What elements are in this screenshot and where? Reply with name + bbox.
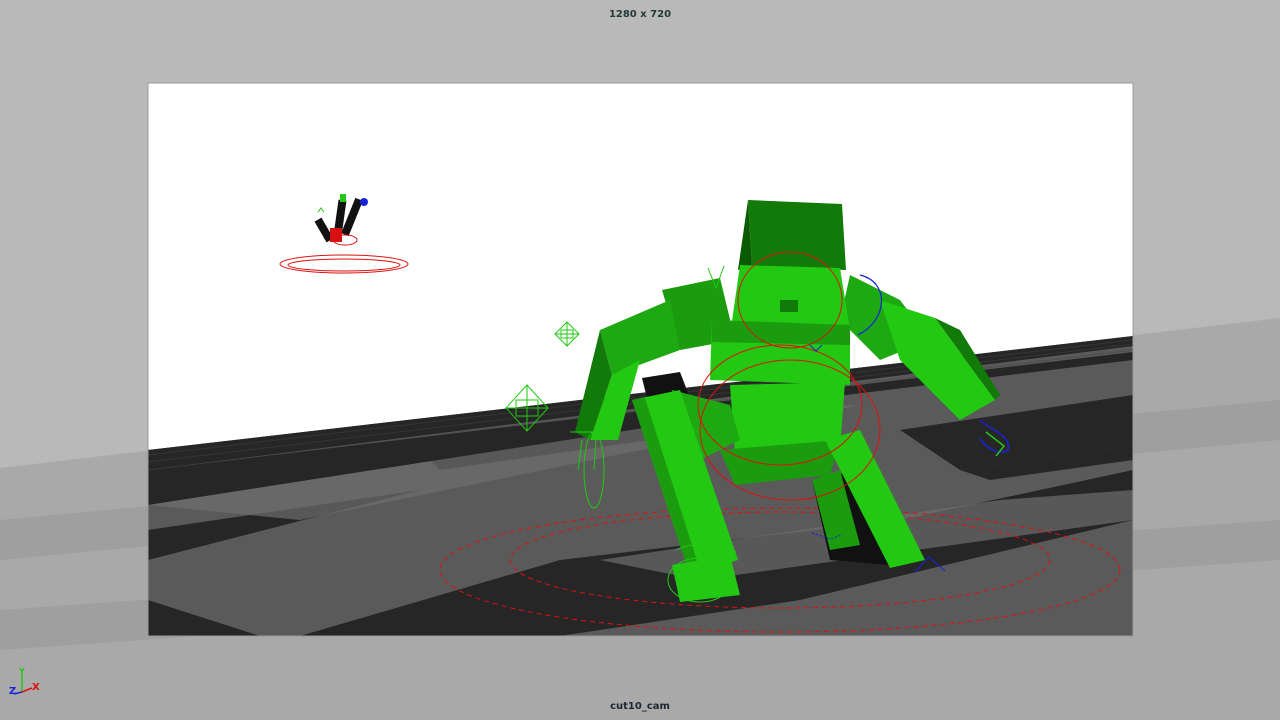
scene-canvas[interactable] (0, 0, 1280, 720)
camera-name-label: cut10_cam (610, 701, 670, 712)
axis-x-label: X (32, 682, 40, 693)
maya-viewport[interactable]: 1280 x 720 cut10_cam X Y Z (0, 0, 1280, 720)
axis-z-label: Z (9, 686, 17, 697)
resolution-readout: 1280 x 720 (608, 9, 672, 20)
axis-y-label: Y (19, 667, 25, 676)
resolution-gate (147, 82, 1134, 637)
